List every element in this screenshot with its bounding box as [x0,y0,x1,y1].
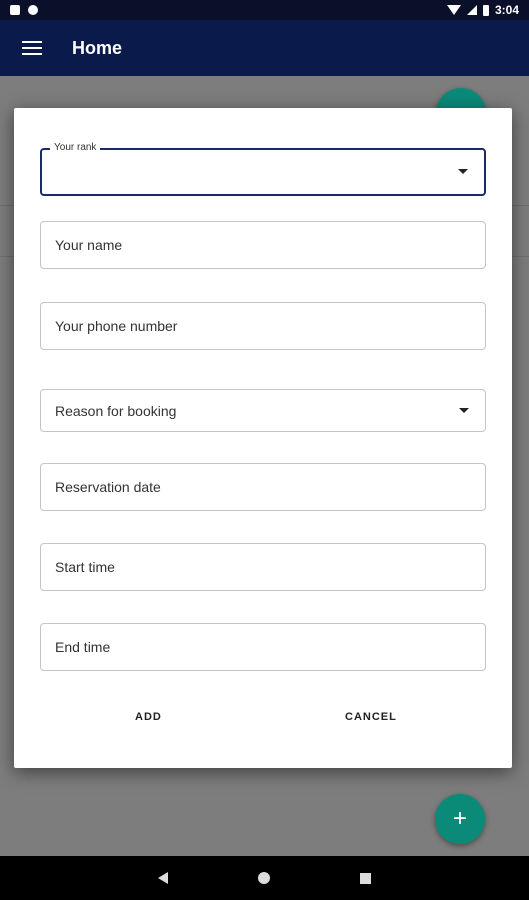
start-time-field[interactable]: Start time [40,543,486,591]
rank-select[interactable]: Your rank [40,142,486,196]
rank-label: Your rank [50,142,101,153]
notification-icon [28,5,38,15]
app-bar: Home [0,20,529,76]
booking-dialog: Your rank Your name Your phone number Re… [14,108,512,768]
start-time-placeholder: Start time [55,559,115,575]
add-button[interactable]: ADD [135,711,162,723]
status-bar: 3:04 [0,0,529,20]
sd-card-icon [10,5,20,15]
phone-placeholder: Your phone number [55,318,178,334]
phone-field[interactable]: Your phone number [40,302,486,350]
cancel-button[interactable]: CANCEL [345,711,397,723]
page-title: Home [72,37,123,58]
end-time-field[interactable]: End time [40,623,486,671]
add-fab[interactable]: + [435,794,485,844]
back-icon[interactable] [158,872,168,884]
home-icon[interactable] [258,872,270,884]
system-nav-bar [0,856,529,900]
dropdown-arrow-icon [459,407,469,413]
signal-icon [466,5,477,15]
reason-placeholder: Reason for booking [55,402,177,419]
menu-icon[interactable] [22,41,42,55]
end-time-placeholder: End time [55,639,111,655]
recents-icon[interactable] [360,872,371,884]
add-icon: + [452,805,467,832]
reservation-date-field[interactable]: Reservation date [40,463,486,511]
battery-icon [482,4,489,16]
name-field[interactable]: Your name [40,221,486,269]
dialog-actions: ADD CANCEL [14,711,512,731]
dropdown-arrow-icon [458,169,468,174]
date-placeholder: Reservation date [55,479,161,495]
wifi-icon [446,5,461,15]
name-placeholder: Your name [55,237,123,253]
reason-select[interactable]: Reason for booking [40,389,486,432]
status-time: 3:04 [494,3,519,17]
